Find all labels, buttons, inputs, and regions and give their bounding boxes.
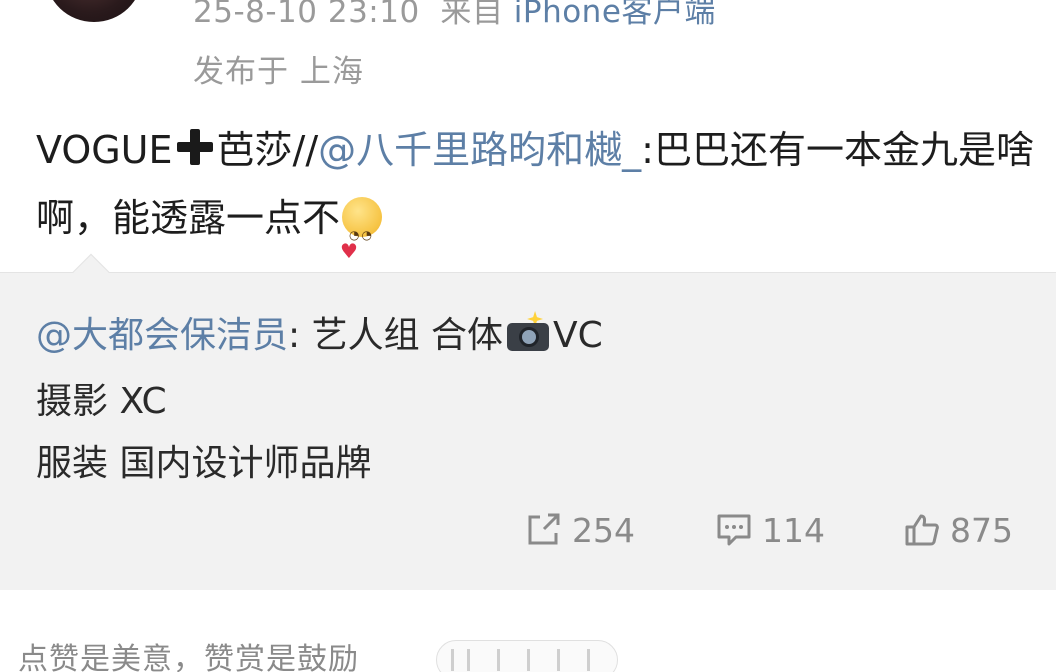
- retweet-line-2: 摄影 XC: [36, 381, 167, 422]
- camera-flash-icon: [505, 311, 551, 353]
- retweet-line-1: @大都会保洁员: 艺人组 合体 VC: [36, 306, 603, 358]
- mention-link[interactable]: @八千里路昀和樾_: [318, 128, 641, 172]
- source-prefix: 来自: [440, 0, 504, 30]
- retweet-text-1: : 艺人组 合体: [288, 315, 504, 356]
- retweet-author-link[interactable]: @大都会保洁员: [36, 315, 288, 356]
- retweet-line-3: 服装 国内设计师品牌: [36, 443, 372, 484]
- post-text-start: VOGUE: [36, 128, 173, 172]
- post-datetime: 25-8-10 23:10: [193, 0, 420, 30]
- repost-button[interactable]: 254: [526, 508, 635, 552]
- reward-caption: 点赞是美意，赞赏是鼓励: [18, 642, 359, 672]
- reward-button[interactable]: [436, 640, 618, 672]
- like-button[interactable]: 875: [904, 508, 1013, 552]
- plus-icon: [175, 127, 215, 167]
- post-body: VOGUE 芭莎//@八千里路昀和樾_:巴巴还有一本金九是啥啊，能透露一点不: [36, 116, 1036, 285]
- comment-icon: [717, 514, 751, 546]
- post-text-middle: 芭莎//: [216, 128, 319, 172]
- repost-count: 254: [572, 510, 635, 550]
- retweet-text-1-end: VC: [553, 315, 603, 356]
- like-count: 875: [950, 510, 1013, 550]
- thumbs-up-icon: [905, 514, 939, 546]
- comment-count: 114: [762, 510, 825, 550]
- client-link[interactable]: iPhone客户端: [514, 0, 716, 30]
- shy-face-icon: [340, 197, 383, 285]
- avatar[interactable]: [46, 0, 142, 22]
- repost-icon: [528, 513, 560, 545]
- comment-button[interactable]: 114: [716, 508, 825, 552]
- post-meta: 25-8-10 23:10 来自 iPhone客户端: [193, 0, 716, 31]
- post-location: 发布于 上海: [193, 54, 364, 90]
